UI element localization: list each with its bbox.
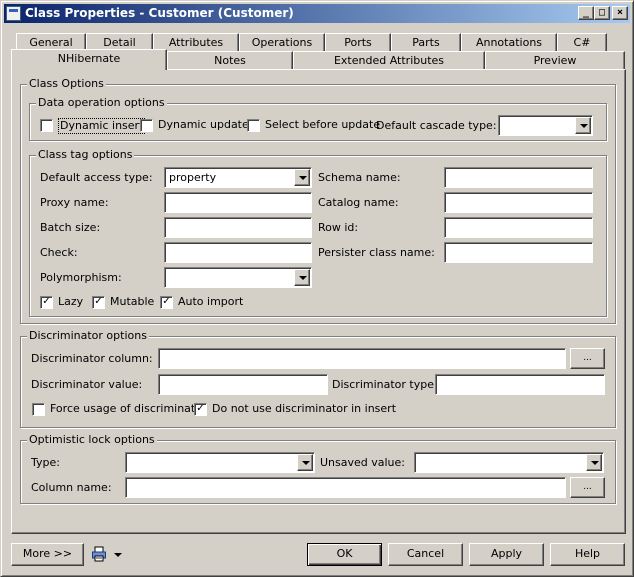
lazy-checkbox[interactable]: ✓ xyxy=(40,296,53,309)
tab-annotations[interactable]: Annotations xyxy=(461,33,557,51)
schema-name-label: Schema name: xyxy=(318,171,401,184)
select-before-update-checkbox[interactable] xyxy=(247,119,260,132)
chevron-down-icon[interactable] xyxy=(586,454,602,471)
lock-type-combo[interactable] xyxy=(125,452,315,473)
close-button[interactable]: × xyxy=(612,6,628,20)
discriminator-value-input[interactable] xyxy=(158,374,328,395)
lazy-label[interactable]: Lazy xyxy=(58,295,83,309)
row-id-label: Row id: xyxy=(318,221,359,234)
chevron-down-icon[interactable] xyxy=(297,454,313,471)
chevron-down-icon[interactable] xyxy=(294,269,310,286)
class-tag-group: Class tag options Default access type: p… xyxy=(29,148,607,317)
force-usage-discriminator-label[interactable]: Force usage of discriminator xyxy=(50,402,207,416)
discriminator-legend: Discriminator options xyxy=(27,329,149,342)
lock-type-label: Type: xyxy=(31,456,60,469)
optimistic-lock-group: Optimistic lock options Type: Unsaved va… xyxy=(20,433,616,504)
help-button[interactable]: Help xyxy=(550,543,625,566)
persister-class-name-label: Persister class name: xyxy=(318,246,435,259)
window-title: Class Properties - Customer (Customer) xyxy=(25,6,294,20)
discriminator-group: Discriminator options Discriminator colu… xyxy=(20,329,616,428)
default-cascade-type-combo[interactable] xyxy=(498,115,593,136)
schema-name-input[interactable] xyxy=(444,167,593,188)
tab-preview[interactable]: Preview xyxy=(485,51,625,69)
proxy-name-label: Proxy name: xyxy=(40,196,109,209)
polymorphism-label: Polymorphism: xyxy=(40,271,122,284)
default-access-type-combo[interactable]: property xyxy=(164,167,312,188)
cancel-button[interactable]: Cancel xyxy=(388,543,463,566)
column-name-label: Column name: xyxy=(31,481,112,494)
batch-size-input[interactable] xyxy=(164,217,312,238)
apply-button[interactable]: Apply xyxy=(469,543,544,566)
discriminator-column-label: Discriminator column: xyxy=(31,352,153,365)
tab-notes[interactable]: Notes xyxy=(167,51,293,69)
print-options-chevron-down-icon[interactable] xyxy=(114,553,122,557)
mutable-checkbox[interactable]: ✓ xyxy=(92,296,105,309)
dynamic-insert-checkbox[interactable] xyxy=(40,119,53,132)
force-usage-discriminator-checkbox[interactable] xyxy=(32,403,45,416)
unsaved-value-label: Unsaved value: xyxy=(320,456,406,469)
dynamic-insert-label[interactable]: Dynamic insert xyxy=(58,118,146,134)
tab-nhibernate[interactable]: NHibernate xyxy=(11,49,167,70)
auto-import-checkbox[interactable]: ✓ xyxy=(160,296,173,309)
catalog-name-input[interactable] xyxy=(444,192,593,213)
proxy-name-input[interactable] xyxy=(164,192,312,213)
discriminator-column-browse-button[interactable]: ... xyxy=(570,348,605,369)
data-operation-group: Data operation options Dynamic insert Dy… xyxy=(29,96,607,141)
default-access-type-label: Default access type: xyxy=(40,171,153,184)
nhibernate-panel: Class Options Data operation options Dyn… xyxy=(11,69,626,534)
no-insert-discriminator-label[interactable]: Do not use discriminator in insert xyxy=(212,402,396,416)
auto-import-label[interactable]: Auto import xyxy=(178,295,243,309)
row-id-input[interactable] xyxy=(444,217,593,238)
ok-button[interactable]: OK xyxy=(307,543,382,566)
check-input[interactable] xyxy=(164,242,312,263)
class-options-group: Class Options Data operation options Dyn… xyxy=(20,77,616,324)
discriminator-type-label: Discriminator type: xyxy=(332,378,438,391)
class-icon xyxy=(6,6,21,21)
catalog-name-label: Catalog name: xyxy=(318,196,399,209)
tab-csharp[interactable]: C# xyxy=(557,33,607,51)
data-operation-legend: Data operation options xyxy=(36,96,167,109)
print-icon[interactable] xyxy=(91,546,107,562)
default-cascade-type-label: Default cascade type: xyxy=(376,119,497,132)
tab-parts[interactable]: Parts xyxy=(391,33,461,51)
tab-operations[interactable]: Operations xyxy=(239,33,325,51)
persister-class-name-input[interactable] xyxy=(444,242,593,263)
dynamic-update-checkbox[interactable] xyxy=(140,119,153,132)
unsaved-value-combo[interactable] xyxy=(414,452,604,473)
mutable-label[interactable]: Mutable xyxy=(110,295,154,309)
discriminator-value-label: Discriminator value: xyxy=(31,378,143,391)
no-insert-discriminator-checkbox[interactable]: ✓ xyxy=(194,403,207,416)
minimize-button[interactable]: _ xyxy=(578,6,594,20)
class-properties-dialog: Class Properties - Customer (Customer) _… xyxy=(0,0,634,577)
select-before-update-label[interactable]: Select before update xyxy=(265,118,380,132)
check-label: Check: xyxy=(40,246,78,259)
more-button[interactable]: More >> xyxy=(11,543,84,566)
column-name-browse-button[interactable]: ... xyxy=(570,477,605,498)
discriminator-type-input[interactable] xyxy=(435,374,605,395)
tab-extended-attributes[interactable]: Extended Attributes xyxy=(293,51,485,69)
class-options-legend: Class Options xyxy=(27,77,106,90)
class-tag-legend: Class tag options xyxy=(36,148,135,161)
column-name-input[interactable] xyxy=(125,477,566,498)
default-access-type-value: property xyxy=(169,171,217,184)
tab-ports[interactable]: Ports xyxy=(325,33,391,51)
chevron-down-icon[interactable] xyxy=(575,117,591,134)
chevron-down-icon[interactable] xyxy=(294,169,310,186)
discriminator-column-input[interactable] xyxy=(158,348,566,369)
dynamic-update-label[interactable]: Dynamic update xyxy=(158,118,249,132)
optimistic-lock-legend: Optimistic lock options xyxy=(27,433,157,446)
polymorphism-combo[interactable] xyxy=(164,267,312,288)
batch-size-label: Batch size: xyxy=(40,221,101,234)
title-bar[interactable]: Class Properties - Customer (Customer) _… xyxy=(4,4,630,23)
maximize-button[interactable]: □ xyxy=(594,6,610,20)
